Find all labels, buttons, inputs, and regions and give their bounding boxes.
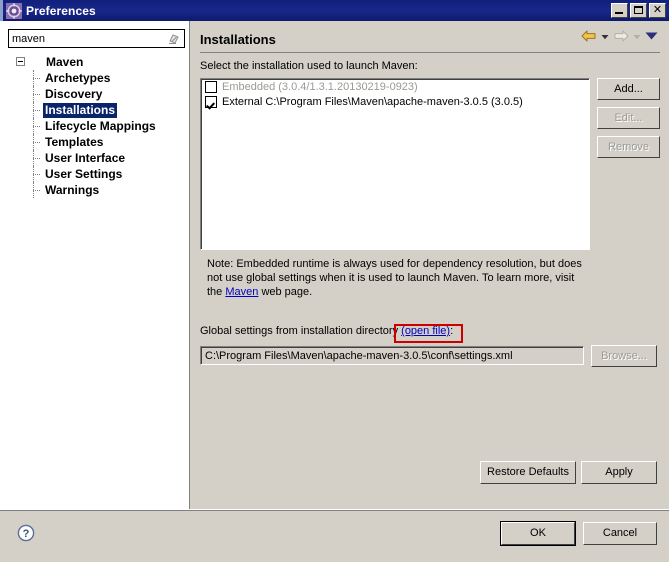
- sidebar-item-templates[interactable]: Templates: [0, 134, 189, 150]
- sidebar-item-user-interface[interactable]: User Interface: [0, 150, 189, 166]
- window-title: Preferences: [26, 3, 96, 18]
- sidebar-item-user-settings[interactable]: User Settings: [0, 166, 189, 182]
- chevron-down-icon[interactable]: [601, 32, 609, 44]
- preferences-tree[interactable]: Maven Archetypes Discovery Installations: [0, 54, 189, 198]
- sidebar-item-warnings[interactable]: Warnings: [0, 182, 189, 198]
- tree-branch: [33, 110, 40, 112]
- global-settings-label: Global settings from installation direct…: [200, 325, 453, 337]
- svg-text:?: ?: [23, 528, 30, 540]
- sidebar-item-label: Warnings: [45, 182, 100, 197]
- browse-button: Browse...: [591, 345, 657, 367]
- list-item-label: External C:\Program Files\Maven\apache-m…: [222, 95, 523, 108]
- edit-button: Edit...: [597, 107, 660, 129]
- collapse-icon[interactable]: [16, 57, 25, 66]
- sidebar-item-lifecycle-mappings[interactable]: Lifecycle Mappings: [0, 118, 189, 134]
- tree-branch: [33, 190, 40, 192]
- tree-branch: [33, 158, 40, 160]
- help-question-icon[interactable]: ?: [17, 524, 35, 542]
- intro-label: Select the installation used to launch M…: [200, 60, 418, 72]
- search-input[interactable]: [9, 31, 164, 46]
- maximize-button[interactable]: [630, 3, 647, 18]
- open-file-link[interactable]: (open file): [401, 325, 450, 337]
- sidebar-item-archetypes[interactable]: Archetypes: [0, 70, 189, 86]
- restore-defaults-button[interactable]: Restore Defaults: [480, 461, 576, 484]
- sidebar-item-installations[interactable]: Installations: [0, 102, 189, 118]
- maven-link[interactable]: Maven: [225, 286, 258, 298]
- installations-page: Installations Select the installation us…: [191, 21, 669, 509]
- eraser-icon[interactable]: [167, 32, 180, 45]
- tree-node-maven[interactable]: Maven: [0, 54, 189, 70]
- preferences-tree-panel: Maven Archetypes Discovery Installations: [0, 21, 190, 509]
- tree-node-label: Maven: [46, 55, 84, 69]
- checkbox-unchecked-icon[interactable]: [205, 80, 217, 93]
- tree-branch: [33, 126, 40, 128]
- minimize-button[interactable]: [611, 3, 628, 18]
- sidebar-item-label: Discovery: [45, 86, 103, 101]
- cancel-button[interactable]: Cancel: [583, 522, 657, 545]
- dialog-body: Maven Archetypes Discovery Installations: [0, 21, 669, 562]
- note-text-part2: web page.: [258, 286, 313, 298]
- tree-branch: [33, 94, 40, 96]
- settings-path-field[interactable]: C:\Program Files\Maven\apache-maven-3.0.…: [200, 346, 584, 365]
- list-item[interactable]: Embedded (3.0.4/1.3.1.20130219-0923): [201, 79, 589, 94]
- forward-arrow-icon: [613, 29, 629, 46]
- preferences-dialog: Preferences ✕ maven Maven Archetypes Dis…: [0, 0, 669, 562]
- close-button[interactable]: ✕: [649, 3, 666, 18]
- sidebar-item-label: User Interface: [45, 150, 126, 165]
- page-title: Installations: [200, 31, 276, 47]
- filter-search-box[interactable]: [8, 29, 185, 48]
- sidebar-item-label: Archetypes: [45, 70, 111, 85]
- view-menu-triangle-icon[interactable]: [645, 31, 658, 44]
- installations-list[interactable]: Embedded (3.0.4/1.3.1.20130219-0923) Ext…: [200, 78, 590, 250]
- global-settings-label-text: Global settings from installation direct…: [200, 325, 402, 337]
- page-nav-controls: [581, 29, 658, 46]
- ok-button[interactable]: OK: [500, 521, 576, 546]
- tree-branch: [33, 78, 40, 80]
- list-item-label: Embedded (3.0.4/1.3.1.20130219-0923): [222, 80, 418, 93]
- window-controls: ✕: [611, 3, 666, 18]
- remove-button: Remove: [597, 136, 660, 158]
- back-arrow-icon[interactable]: [581, 29, 597, 46]
- page-header: Installations: [200, 27, 660, 51]
- add-button[interactable]: Add...: [597, 78, 660, 100]
- tree-branch: [33, 174, 40, 176]
- footer-divider: [0, 510, 669, 511]
- global-settings-label-colon: :: [450, 325, 454, 337]
- sidebar-item-discovery[interactable]: Discovery: [0, 86, 189, 102]
- note-text: Note: Embedded runtime is always used fo…: [207, 257, 589, 299]
- sidebar-item-label: Templates: [45, 134, 104, 149]
- title-bar[interactable]: Preferences ✕: [0, 0, 669, 21]
- sidebar-item-label: Lifecycle Mappings: [45, 118, 156, 133]
- apply-button[interactable]: Apply: [581, 461, 657, 484]
- list-item[interactable]: External C:\Program Files\Maven\apache-m…: [201, 94, 589, 109]
- chevron-down-icon: [633, 32, 641, 44]
- sidebar-item-label: Installations: [43, 102, 118, 118]
- window-left-edge: [0, 0, 3, 21]
- checkbox-checked-icon[interactable]: [205, 95, 217, 108]
- tree-branch: [33, 142, 40, 144]
- header-divider: [200, 52, 660, 53]
- gear-icon: [6, 2, 22, 19]
- sidebar-item-label: User Settings: [45, 166, 123, 181]
- dialog-footer: ? OK Cancel: [0, 509, 669, 562]
